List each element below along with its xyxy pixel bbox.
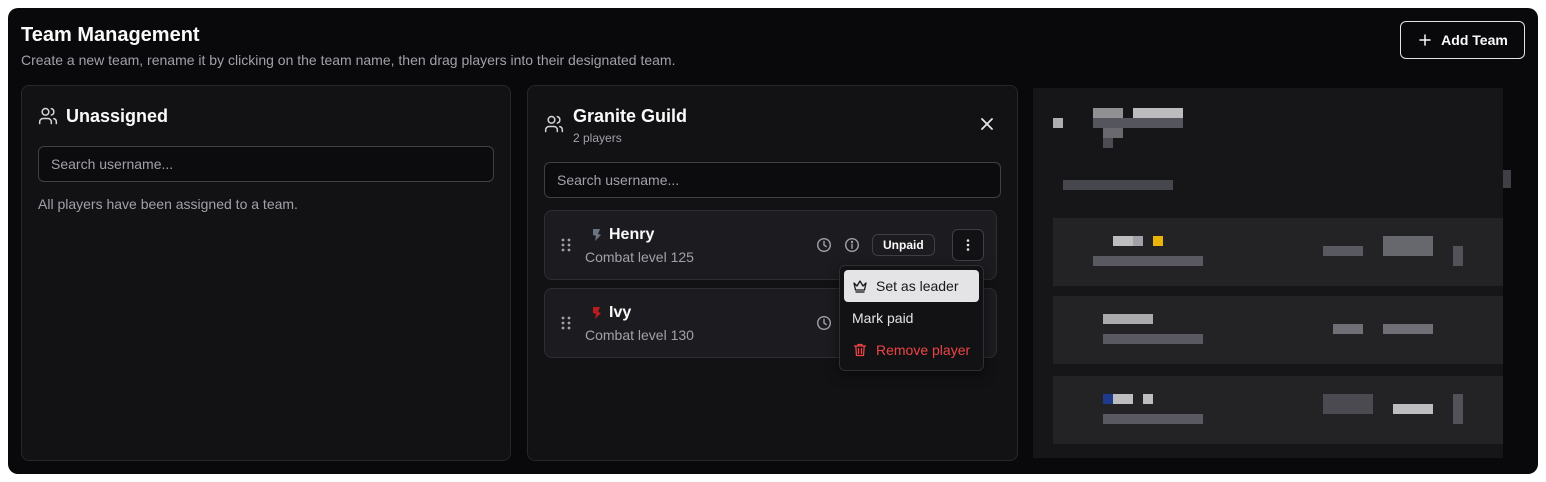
menu-item-label: Set as leader	[876, 278, 959, 294]
page-title: Team Management	[21, 24, 200, 46]
menu-item-remove-player[interactable]: Remove player	[844, 334, 979, 366]
rank-icon	[593, 307, 601, 319]
player-menu-button[interactable]	[952, 229, 984, 261]
crown-icon	[853, 280, 867, 293]
plus-icon	[1419, 34, 1431, 46]
more-vertical-icon	[966, 239, 970, 251]
team-player-count: 2 players	[573, 131, 622, 145]
add-team-button[interactable]: Add Team	[1400, 21, 1525, 59]
menu-item-label: Mark paid	[852, 310, 914, 326]
player-combat-level: Combat level 125	[585, 249, 694, 265]
menu-item-set-leader[interactable]: Set as leader	[844, 270, 979, 302]
users-icon	[38, 107, 58, 125]
unassigned-title: Unassigned	[66, 106, 169, 126]
info-icon[interactable]	[844, 237, 860, 253]
menu-item-label: Remove player	[876, 342, 971, 358]
player-context-menu: Set as leader Mark paid Remove player	[839, 265, 984, 371]
player-combat-level: Combat level 130	[585, 327, 694, 343]
menu-item-mark-paid[interactable]: Mark paid	[844, 302, 979, 334]
clock-icon[interactable]	[816, 315, 832, 331]
page-subtitle: Create a new team, rename it by clicking…	[21, 52, 676, 68]
unassigned-panel: Unassigned All players have been assigne…	[21, 85, 511, 461]
drag-handle-icon[interactable]	[559, 237, 573, 253]
add-team-label: Add Team	[1441, 32, 1508, 48]
pixelated-preview-panel	[1033, 88, 1511, 458]
rank-icon	[593, 229, 601, 241]
payment-status-badge: Unpaid	[872, 234, 935, 256]
team-name[interactable]: Granite Guild	[573, 106, 687, 127]
team-management-app: Team Management Create a new team, renam…	[8, 8, 1538, 474]
users-icon	[544, 115, 564, 133]
player-name: Henry	[609, 226, 655, 243]
drag-handle-icon[interactable]	[559, 315, 573, 331]
trash-icon	[853, 343, 867, 357]
player-name: Ivy	[609, 304, 632, 321]
close-icon[interactable]	[977, 114, 997, 134]
clock-icon[interactable]	[816, 237, 832, 253]
team-search-input[interactable]	[544, 162, 1001, 198]
unassigned-search-input[interactable]	[38, 146, 494, 182]
empty-state-text: All players have been assigned to a team…	[38, 196, 298, 212]
